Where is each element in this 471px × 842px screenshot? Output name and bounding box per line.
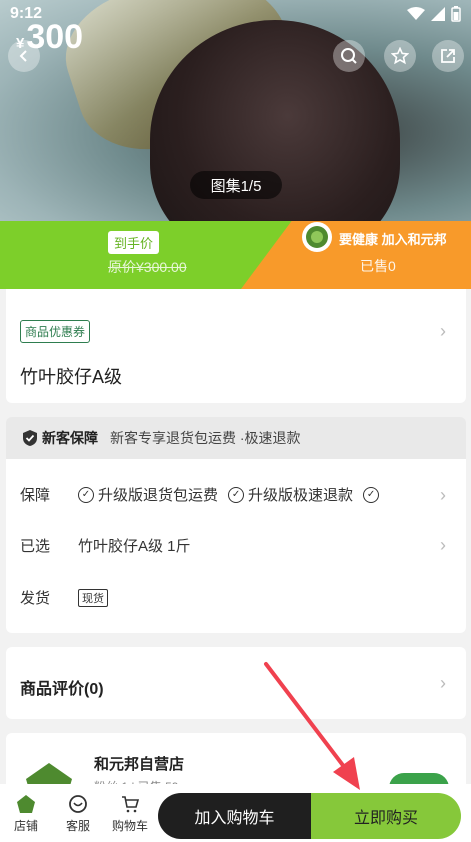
- guarantee-label: 保障: [20, 487, 51, 504]
- star-icon: [391, 47, 409, 65]
- chat-icon: [67, 793, 89, 815]
- search-icon: [341, 48, 357, 64]
- tab-customer-service[interactable]: 客服: [52, 793, 104, 834]
- tab-cart[interactable]: 购物车: [104, 793, 156, 834]
- guarantee-item-more: ✓: [363, 486, 383, 503]
- add-to-cart-button[interactable]: 加入购物车: [158, 793, 311, 839]
- check-circle-icon: ✓: [78, 486, 94, 503]
- details-card: 保障 ✓ 升级版退货包运费 ✓ 升级版极速退款 ✓ › 已选 竹叶胶仔A级 1斤 ›…: [6, 459, 466, 633]
- guarantee-item: ✓ 升级版退货包运费: [78, 484, 218, 505]
- reviews-card[interactable]: 商品评价(0) ›: [6, 647, 466, 719]
- battery-icon: [451, 6, 461, 22]
- chevron-right-icon: ›: [440, 535, 446, 555]
- check-circle-icon: ✓: [228, 486, 245, 503]
- guarantee-subtitle: 新客专享退货包运费 ·极速退款: [110, 430, 301, 446]
- tab-store-label: 店铺: [13, 818, 38, 833]
- tab-customer-service-label: 客服: [65, 818, 90, 833]
- in-stock-tag: 现货: [78, 588, 108, 607]
- share-icon: [441, 49, 455, 63]
- product-info-card[interactable]: 商品优惠券 › 竹叶胶仔A级: [6, 289, 466, 403]
- original-price: 原价¥300.00: [108, 259, 187, 275]
- tab-store[interactable]: 店铺: [0, 793, 52, 834]
- chevron-right-icon: ›: [440, 321, 446, 341]
- status-icons: [407, 6, 461, 22]
- sold-count: 已售0: [360, 258, 396, 274]
- reviews-title: 商品评价(0): [20, 681, 104, 698]
- final-price-tag: 到手价: [108, 231, 160, 254]
- guarantee-header: 新客保障 新客专享退货包运费 ·极速退款: [6, 417, 466, 459]
- cart-icon: [119, 793, 141, 815]
- brand-slogan: 要健康 加入和元邦: [339, 232, 447, 247]
- guarantee-title: 新客保障: [42, 430, 98, 446]
- favorite-button[interactable]: [384, 40, 416, 72]
- check-circle-icon: ✓: [363, 486, 380, 503]
- wifi-icon: [407, 7, 425, 20]
- share-button[interactable]: [432, 40, 464, 72]
- price-currency: ¥: [16, 35, 25, 52]
- brand-logo-icon: [302, 222, 332, 252]
- signal-icon: [431, 7, 445, 21]
- shipping-label: 发货: [20, 590, 51, 607]
- shipping-row: 发货 现货: [20, 587, 108, 608]
- store-name: 和元邦自营店: [94, 756, 185, 773]
- selected-label: 已选: [20, 538, 51, 555]
- chevron-right-icon: ›: [440, 673, 446, 693]
- tab-cart-label: 购物车: [111, 818, 148, 833]
- chevron-right-icon: ›: [440, 485, 446, 505]
- price-value: 300: [26, 18, 84, 56]
- guarantee-item: ✓ 升级版极速退款: [228, 484, 353, 505]
- selected-row[interactable]: 已选 竹叶胶仔A级 1斤: [20, 535, 191, 556]
- gallery-counter[interactable]: 图集1/5: [190, 171, 282, 199]
- product-title: 竹叶胶仔A级: [20, 367, 123, 387]
- guarantee-row[interactable]: 保障 ✓ 升级版退货包运费 ✓ 升级版极速退款 ✓: [20, 484, 393, 505]
- store-icon: [15, 793, 37, 815]
- coupon-tag[interactable]: 商品优惠券: [20, 320, 91, 343]
- search-button[interactable]: [333, 40, 365, 72]
- shield-icon: [23, 430, 37, 446]
- selected-value: 竹叶胶仔A级 1斤: [78, 538, 191, 555]
- buy-now-button[interactable]: 立即购买: [311, 793, 461, 839]
- price: ¥ 300: [16, 18, 83, 57]
